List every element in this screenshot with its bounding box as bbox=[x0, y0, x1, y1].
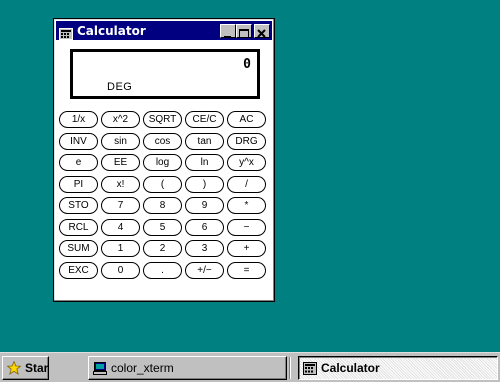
taskbar-item-label: color_xterm bbox=[111, 361, 174, 375]
keypad-row: STO 7 8 9 * bbox=[59, 195, 273, 217]
digit-6-key[interactable]: 6 bbox=[185, 218, 224, 236]
ln-key[interactable]: ln bbox=[185, 154, 224, 172]
subtract-key[interactable]: − bbox=[227, 218, 266, 236]
digit-1-key[interactable]: 1 bbox=[101, 240, 140, 258]
square-root-key[interactable]: SQRT bbox=[143, 111, 182, 129]
memory-sum-key[interactable]: SUM bbox=[59, 240, 98, 258]
store-key[interactable]: STO bbox=[59, 197, 98, 215]
taskbar-item-label: Calculator bbox=[321, 361, 380, 375]
angle-mode-indicator: DEG bbox=[107, 81, 133, 93]
window-title: Calculator bbox=[77, 23, 146, 38]
minimize-icon bbox=[224, 35, 231, 38]
multiply-key[interactable]: * bbox=[227, 197, 266, 215]
close-paren-key[interactable]: ) bbox=[185, 175, 224, 193]
power-key[interactable]: y^x bbox=[227, 154, 266, 172]
taskbar-item-color-xterm[interactable]: color_xterm bbox=[88, 356, 287, 380]
reciprocal-key[interactable]: 1/x bbox=[59, 111, 98, 129]
digit-8-key[interactable]: 8 bbox=[143, 197, 182, 215]
keypad-row: SUM 1 2 3 + bbox=[59, 238, 273, 260]
clear-entry-key[interactable]: CE/C bbox=[185, 111, 224, 129]
add-key[interactable]: + bbox=[227, 240, 266, 258]
digit-4-key[interactable]: 4 bbox=[101, 218, 140, 236]
log-key[interactable]: log bbox=[143, 154, 182, 172]
e-key[interactable]: e bbox=[59, 154, 98, 172]
divide-key[interactable]: / bbox=[227, 175, 266, 193]
terminal-icon bbox=[93, 361, 107, 375]
factorial-key[interactable]: x! bbox=[101, 175, 140, 193]
inverse-key[interactable]: INV bbox=[59, 132, 98, 150]
keypad-row: e EE log ln y^x bbox=[59, 152, 273, 174]
maximize-icon bbox=[239, 28, 249, 38]
window-titlebar[interactable]: Calculator bbox=[56, 21, 272, 40]
taskbar-item-calculator[interactable]: Calculator bbox=[298, 356, 498, 380]
start-button[interactable]: Start bbox=[2, 356, 49, 380]
close-button[interactable] bbox=[254, 23, 270, 38]
digit-3-key[interactable]: 3 bbox=[185, 240, 224, 258]
cos-key[interactable]: cos bbox=[143, 132, 182, 150]
all-clear-key[interactable]: AC bbox=[227, 111, 266, 129]
exponent-entry-key[interactable]: EE bbox=[101, 154, 140, 172]
start-icon bbox=[7, 361, 21, 375]
memory-exchange-key[interactable]: EXC bbox=[59, 261, 98, 279]
keypad-row: PI x! ( ) / bbox=[59, 174, 273, 196]
sin-key[interactable]: sin bbox=[101, 132, 140, 150]
maximize-button[interactable] bbox=[236, 23, 252, 38]
decimal-point-key[interactable]: . bbox=[143, 261, 182, 279]
sign-toggle-key[interactable]: +/− bbox=[185, 261, 224, 279]
keypad-row: 1/x x^2 SQRT CE/C AC bbox=[59, 109, 273, 131]
square-key[interactable]: x^2 bbox=[101, 111, 140, 129]
digit-2-key[interactable]: 2 bbox=[143, 240, 182, 258]
close-icon bbox=[257, 28, 266, 38]
open-paren-key[interactable]: ( bbox=[143, 175, 182, 193]
start-label: Start bbox=[25, 361, 49, 375]
minimize-button[interactable] bbox=[220, 23, 236, 38]
digit-7-key[interactable]: 7 bbox=[101, 197, 140, 215]
calculator-icon bbox=[59, 25, 73, 40]
calculator-icon bbox=[303, 361, 317, 375]
equals-key[interactable]: = bbox=[227, 261, 266, 279]
tan-key[interactable]: tan bbox=[185, 132, 224, 150]
taskbar: Start color_xterm Calculator bbox=[0, 352, 500, 382]
pi-key[interactable]: PI bbox=[59, 175, 98, 193]
digit-0-key[interactable]: 0 bbox=[101, 261, 140, 279]
keypad-row: EXC 0 . +/− = bbox=[59, 260, 273, 282]
calculator-display: 0 DEG bbox=[70, 49, 260, 99]
display-value: 0 bbox=[243, 57, 251, 72]
taskbar-divider bbox=[289, 357, 291, 379]
calculator-window[interactable]: Calculator 0 DEG 1/x x^2 SQRT CE/C AC IN… bbox=[53, 18, 275, 302]
recall-key[interactable]: RCL bbox=[59, 218, 98, 236]
keypad-row: INV sin cos tan DRG bbox=[59, 131, 273, 153]
keypad: 1/x x^2 SQRT CE/C AC INV sin cos tan DRG… bbox=[59, 109, 273, 281]
digit-5-key[interactable]: 5 bbox=[143, 218, 182, 236]
angle-mode-key[interactable]: DRG bbox=[227, 132, 266, 150]
digit-9-key[interactable]: 9 bbox=[185, 197, 224, 215]
keypad-row: RCL 4 5 6 − bbox=[59, 217, 273, 239]
